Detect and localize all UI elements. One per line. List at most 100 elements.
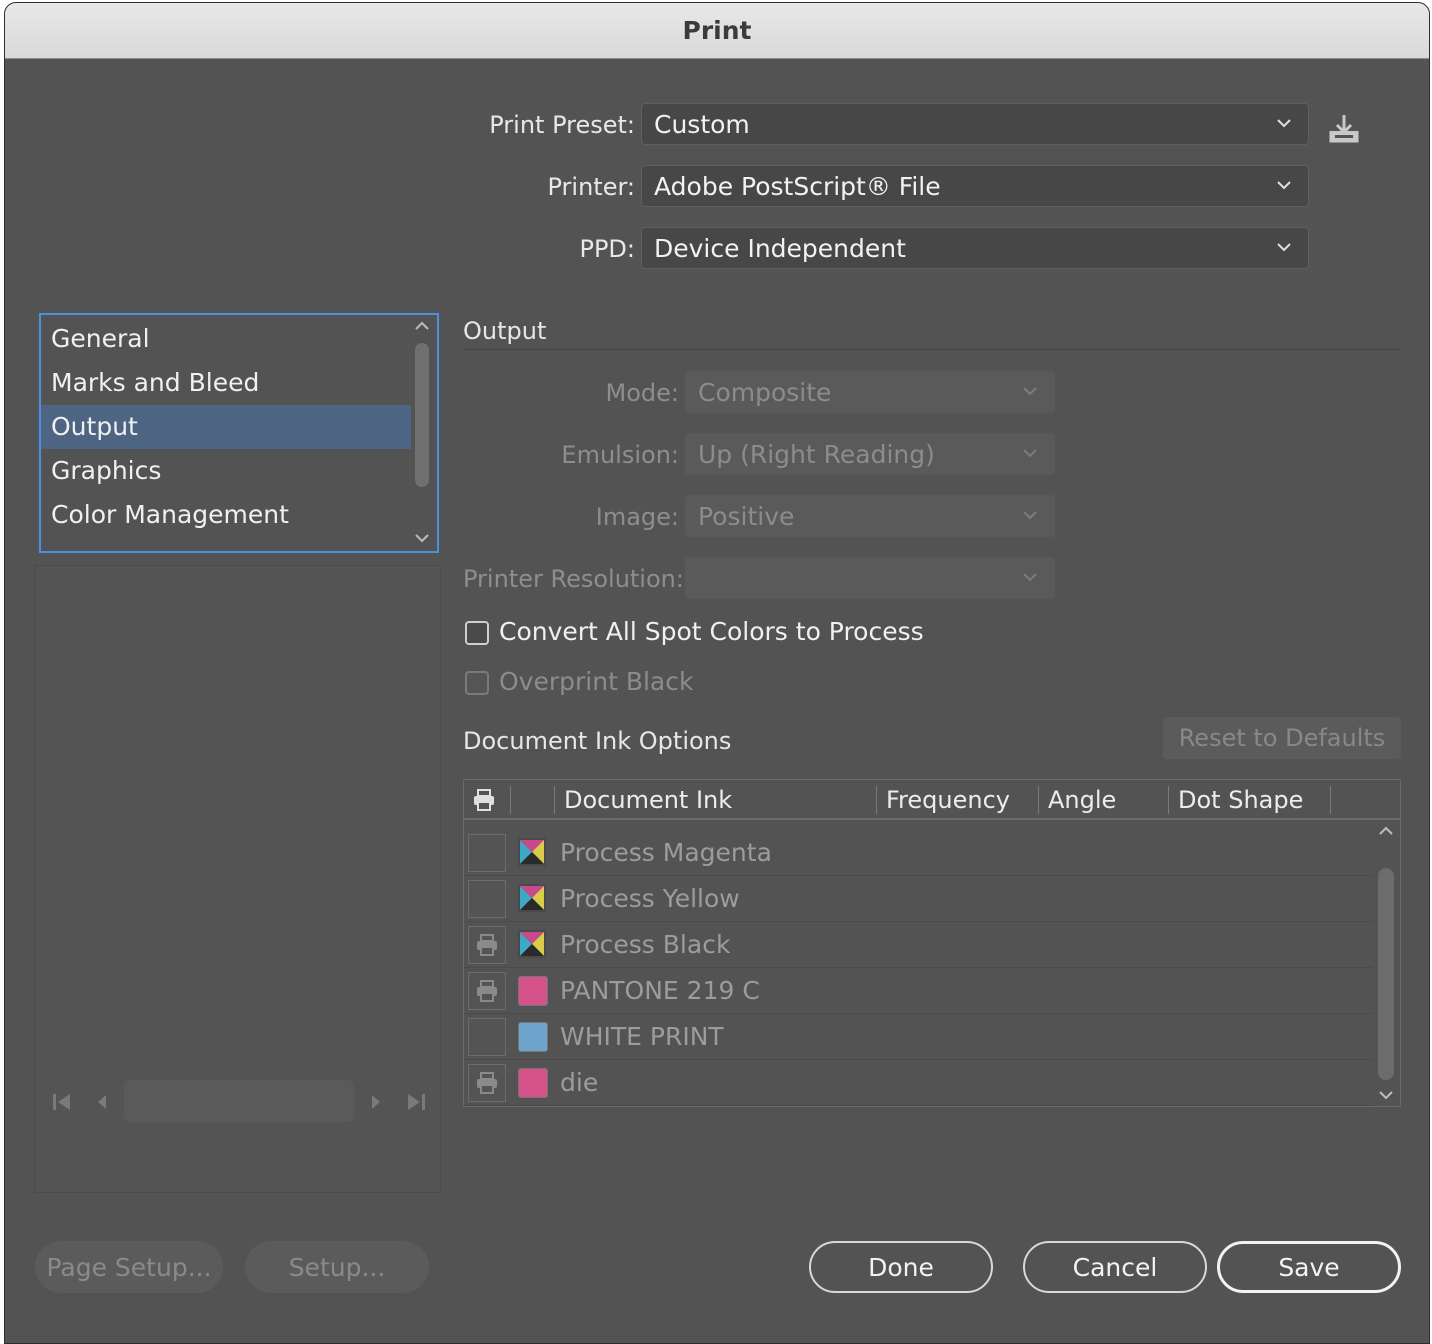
ink-name: die	[560, 1068, 599, 1097]
emulsion-value: Up (Right Reading)	[698, 439, 935, 469]
column-divider	[1330, 786, 1331, 814]
ppd-select[interactable]: Device Independent	[641, 227, 1309, 269]
print-dialog: Print Print Preset: Custom Printer: Adob…	[4, 2, 1430, 1344]
column-divider	[1168, 786, 1169, 814]
chevron-down-icon	[1023, 573, 1037, 582]
chevron-down-icon	[1277, 181, 1291, 190]
chevron-down-icon[interactable]	[1378, 1088, 1394, 1102]
category-scrollbar[interactable]	[411, 317, 433, 549]
print-preset-label: Print Preset:	[489, 111, 635, 139]
process-color-icon	[518, 838, 548, 868]
scroll-thumb[interactable]	[1378, 868, 1394, 1080]
ink-row[interactable]: Process Black	[464, 922, 1372, 968]
emulsion-select[interactable]: Up (Right Reading)	[685, 433, 1055, 475]
category-list[interactable]: General Marks and Bleed Output Graphics …	[39, 313, 439, 553]
column-header-document-ink[interactable]: Document Ink	[564, 780, 732, 820]
chevron-down-icon	[1277, 243, 1291, 252]
column-divider	[876, 786, 877, 814]
process-color-icon	[518, 930, 548, 960]
ink-name: Process Black	[560, 930, 731, 959]
overprint-black-checkbox[interactable]	[465, 671, 489, 695]
printer-select[interactable]: Adobe PostScript® File	[641, 165, 1309, 207]
printer-resolution-select[interactable]	[685, 557, 1055, 599]
image-value: Positive	[698, 501, 795, 531]
column-header-angle[interactable]: Angle	[1048, 780, 1116, 820]
scroll-thumb[interactable]	[415, 343, 429, 487]
last-page-icon[interactable]	[404, 1090, 428, 1114]
print-ink-toggle[interactable]	[468, 972, 506, 1010]
chevron-up-icon[interactable]	[1378, 824, 1394, 838]
print-preset-select[interactable]: Custom	[641, 103, 1309, 145]
column-divider	[510, 786, 511, 814]
print-ink-toggle[interactable]	[468, 834, 506, 872]
ink-name: Process Yellow	[560, 884, 740, 913]
output-section-title: Output	[463, 317, 547, 345]
ink-table-header: Document Ink Frequency Angle Dot Shape	[464, 780, 1400, 820]
save-preset-icon[interactable]	[1327, 111, 1361, 145]
spot-color-swatch	[518, 1022, 548, 1052]
ink-row[interactable]: PANTONE 219 C	[464, 968, 1372, 1014]
printer-value: Adobe PostScript® File	[654, 171, 941, 201]
ink-name: Process Magenta	[560, 838, 772, 867]
print-ink-toggle[interactable]	[468, 880, 506, 918]
page-setup-button[interactable]: Page Setup...	[35, 1241, 223, 1293]
ink-table-scrollbar[interactable]	[1374, 822, 1398, 1106]
ink-row[interactable]: die	[464, 1060, 1372, 1106]
done-button[interactable]: Done	[809, 1241, 993, 1293]
printer-label: Printer:	[547, 173, 635, 201]
image-label: Image:	[595, 503, 679, 531]
image-select[interactable]: Positive	[685, 495, 1055, 537]
mode-select[interactable]: Composite	[685, 371, 1055, 413]
chevron-down-icon	[1023, 387, 1037, 396]
printer-resolution-label: Printer Resolution:	[463, 565, 684, 593]
column-header-frequency[interactable]: Frequency	[886, 780, 1010, 820]
category-color-management[interactable]: Color Management	[41, 493, 411, 537]
category-output[interactable]: Output	[41, 405, 411, 449]
category-marks-and-bleed[interactable]: Marks and Bleed	[41, 361, 411, 405]
document-ink-options-title: Document Ink Options	[463, 727, 732, 755]
print-ink-toggle[interactable]	[468, 926, 506, 964]
setup-button[interactable]: Setup...	[245, 1241, 429, 1293]
first-page-icon[interactable]	[50, 1090, 74, 1114]
mode-label: Mode:	[605, 379, 679, 407]
reset-to-defaults-button[interactable]: Reset to Defaults	[1163, 717, 1401, 759]
spot-color-swatch	[518, 1068, 548, 1098]
ink-row[interactable]: Process Magenta	[464, 830, 1372, 876]
column-divider	[554, 786, 555, 814]
convert-spot-colors-checkbox[interactable]	[465, 621, 489, 645]
chevron-up-icon[interactable]	[414, 319, 430, 333]
cancel-button[interactable]: Cancel	[1023, 1241, 1207, 1293]
window-title: Print	[682, 16, 752, 45]
chevron-down-icon	[1023, 449, 1037, 458]
ppd-value: Device Independent	[654, 233, 906, 263]
printer-icon	[474, 789, 494, 811]
print-preview-pane	[35, 565, 441, 1193]
convert-spot-colors-label[interactable]: Convert All Spot Colors to Process	[499, 617, 924, 646]
category-general[interactable]: General	[41, 317, 411, 361]
ink-table: Document Ink Frequency Angle Dot Shape P…	[463, 779, 1401, 1107]
overprint-black-label: Overprint Black	[499, 667, 694, 696]
save-button[interactable]: Save	[1217, 1241, 1401, 1293]
chevron-down-icon	[1023, 511, 1037, 520]
ink-row[interactable]: WHITE PRINT	[464, 1014, 1372, 1060]
ppd-label: PPD:	[579, 235, 635, 263]
print-ink-toggle[interactable]	[468, 1064, 506, 1102]
section-divider	[463, 349, 1401, 350]
column-header-dot-shape[interactable]: Dot Shape	[1178, 780, 1303, 820]
print-ink-toggle[interactable]	[468, 1018, 506, 1056]
chevron-down-icon[interactable]	[414, 531, 430, 545]
ink-row[interactable]: Process Yellow	[464, 876, 1372, 922]
emulsion-label: Emulsion:	[561, 441, 679, 469]
category-graphics[interactable]: Graphics	[41, 449, 411, 493]
ink-name: PANTONE 219 C	[560, 976, 760, 1005]
process-color-icon	[518, 884, 548, 914]
chevron-down-icon	[1277, 119, 1291, 128]
print-preset-value: Custom	[654, 109, 750, 139]
titlebar: Print	[5, 3, 1429, 59]
spot-color-swatch	[518, 976, 548, 1006]
mode-value: Composite	[698, 377, 832, 407]
next-page-icon[interactable]	[364, 1090, 388, 1114]
page-number-field[interactable]	[124, 1080, 354, 1122]
previous-page-icon[interactable]	[90, 1090, 114, 1114]
column-divider	[1038, 786, 1039, 814]
